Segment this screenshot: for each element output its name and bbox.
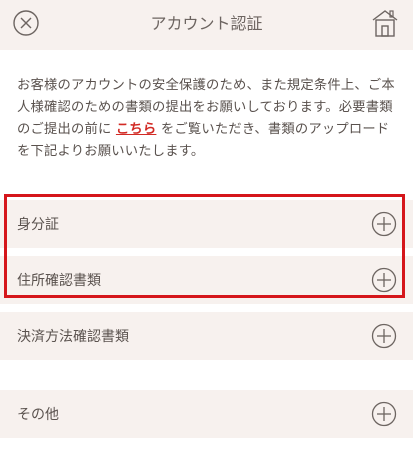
page-title: アカウント認証 [150,14,263,33]
section-payment-document[interactable]: 決済方法確認書類 [0,312,413,360]
highlight-frame [4,194,405,298]
section-label: その他 [17,407,59,423]
intro-text: お客様のアカウントの安全保護のため、また規定条件上、ご本人様確認のための書類の提… [17,75,397,163]
reference-link[interactable]: こちら [116,122,157,137]
plus-circle-icon[interactable] [371,401,397,427]
section-other[interactable]: その他 [0,390,413,438]
plus-circle-icon[interactable] [371,323,397,349]
home-icon[interactable] [371,8,399,38]
app-header: アカウント認証 [0,0,413,50]
section-label: 決済方法確認書類 [17,329,129,345]
